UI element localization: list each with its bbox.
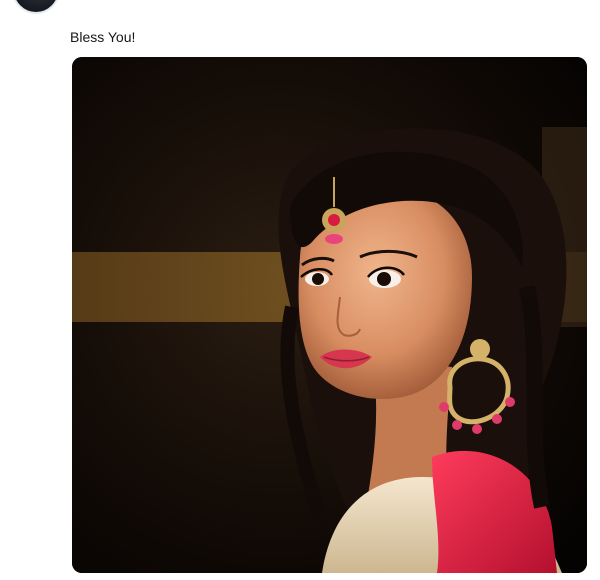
avatar[interactable] [12,0,60,14]
tweet-text: Bless You! [70,29,136,45]
photo-illustration [72,57,587,573]
tweet-photo[interactable] [72,57,587,573]
tweet-card: Bless You! [0,0,600,580]
